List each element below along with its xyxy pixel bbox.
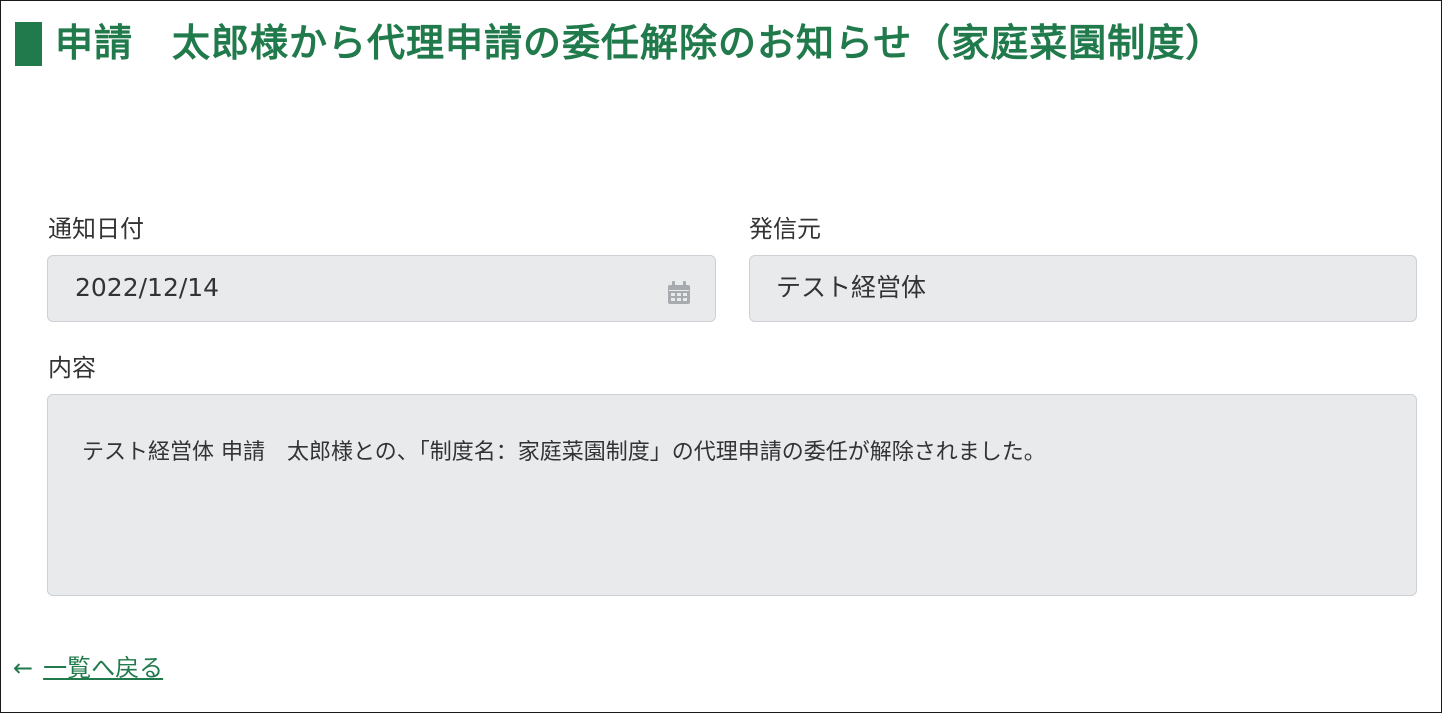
calendar-icon — [668, 281, 690, 304]
notification-date-field: 2022/12/14 — [47, 255, 716, 322]
sender-label: 発信元 — [749, 215, 821, 243]
back-arrow-icon: ← — [13, 654, 34, 682]
sender-value: テスト経営体 — [776, 273, 927, 302]
content-label: 内容 — [48, 354, 96, 382]
page-title: 申請 太郎様から代理申請の委任解除のお知らせ（家庭菜園制度） — [55, 21, 1225, 65]
content-field: テスト経営体 申請 太郎様との、「制度名：家庭菜園制度」の代理申請の委任が解除さ… — [47, 394, 1417, 596]
back-navigation: ← 一覧へ戻る — [13, 653, 163, 683]
content-value: テスト経営体 申請 太郎様との、「制度名：家庭菜園制度」の代理申請の委任が解除さ… — [82, 440, 1046, 465]
notification-date-label: 通知日付 — [48, 215, 144, 243]
notification-date-value: 2022/12/14 — [75, 273, 220, 302]
back-to-list-link[interactable]: 一覧へ戻る — [43, 654, 163, 682]
sender-field: テスト経営体 — [749, 255, 1417, 322]
notification-detail-page: 申請 太郎様から代理申請の委任解除のお知らせ（家庭菜園制度） 通知日付 2022… — [0, 0, 1442, 713]
title-accent-bar — [15, 22, 42, 66]
